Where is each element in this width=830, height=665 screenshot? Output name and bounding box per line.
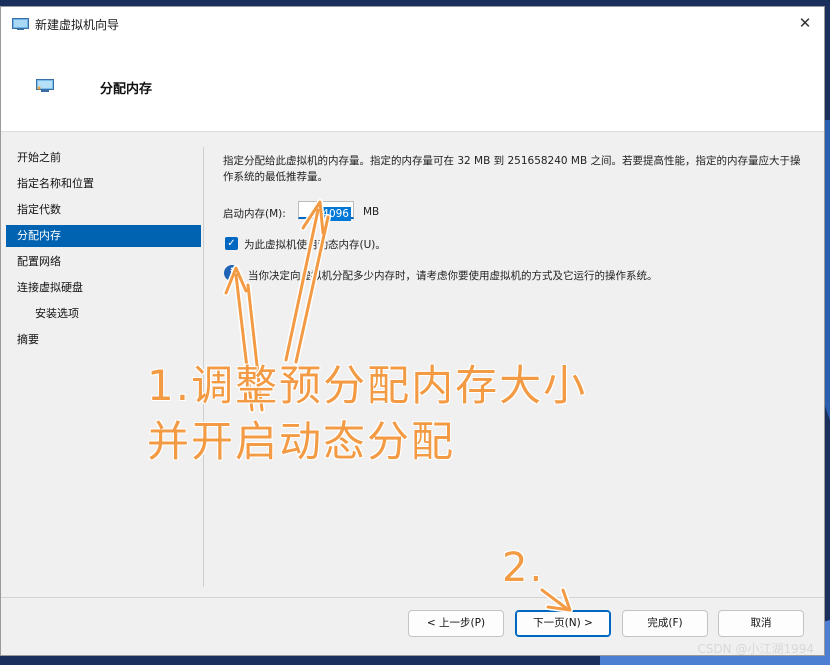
annotation-step1: 1.调整预分配内存大小 并开启动态分配 (147, 358, 587, 470)
footer-divider (1, 597, 824, 598)
memory-page-icon (36, 79, 54, 92)
memory-description: 指定分配给此虚拟机的内存量。指定的内存量可在 32 MB 到 251658240… (223, 155, 801, 183)
dynamic-memory-label[interactable]: 为此虚拟机使用动态内存(U)。 (244, 237, 386, 252)
startup-memory-value[interactable]: 4096 (320, 207, 351, 221)
finish-button[interactable]: 完成(F) (622, 610, 708, 637)
memory-info-text: 当你决定向虚拟机分配多少内存时，请考虑你要使用虚拟机的方式及它运行的操作系统。 (248, 270, 658, 282)
next-button[interactable]: 下一页(N) > (515, 610, 611, 637)
hyper-v-window-icon (12, 18, 29, 30)
sidebar-item-generation[interactable]: 指定代数 (6, 199, 201, 221)
sidebar-item-assign-memory[interactable]: 分配内存 (6, 225, 201, 247)
wizard-window: 新建虚拟机向导 ✕ 分配内存 开始之前 指定名称和位置 指定代数 分配内存 配置… (0, 6, 825, 656)
startup-memory-label: 启动内存(M): (223, 208, 286, 220)
dynamic-memory-checkbox[interactable]: ✓ (225, 237, 238, 250)
info-icon: i (224, 265, 240, 281)
page-title: 分配内存 (100, 82, 153, 97)
back-button[interactable]: < 上一步(P) (408, 610, 504, 637)
startup-memory-input[interactable]: 4096 (298, 201, 354, 221)
annotation-step1-line2: 并开启动态分配 (147, 417, 456, 466)
sidebar-item-summary[interactable]: 摘要 (6, 329, 201, 351)
sidebar-item-name-location[interactable]: 指定名称和位置 (6, 173, 201, 195)
title-bar: 新建虚拟机向导 ✕ (1, 7, 824, 41)
sidebar-item-before-you-begin[interactable]: 开始之前 (6, 147, 201, 169)
window-title: 新建虚拟机向导 (35, 18, 120, 32)
sidebar-item-networking[interactable]: 配置网络 (6, 251, 201, 273)
close-icon[interactable]: ✕ (796, 14, 814, 32)
sidebar-item-virtual-hard-disk[interactable]: 连接虚拟硬盘 (6, 277, 201, 299)
memory-unit-label: MB (363, 206, 380, 218)
watermark: CSDN @小江湖1994 (697, 642, 814, 656)
sidebar-item-installation-options[interactable]: 安装选项 (6, 303, 201, 325)
cancel-button[interactable]: 取消 (718, 610, 804, 637)
annotation-step2: 2. (502, 545, 545, 591)
page-header: 分配内存 (1, 41, 824, 132)
annotation-step1-line1: 1.调整预分配内存大小 (147, 361, 588, 410)
